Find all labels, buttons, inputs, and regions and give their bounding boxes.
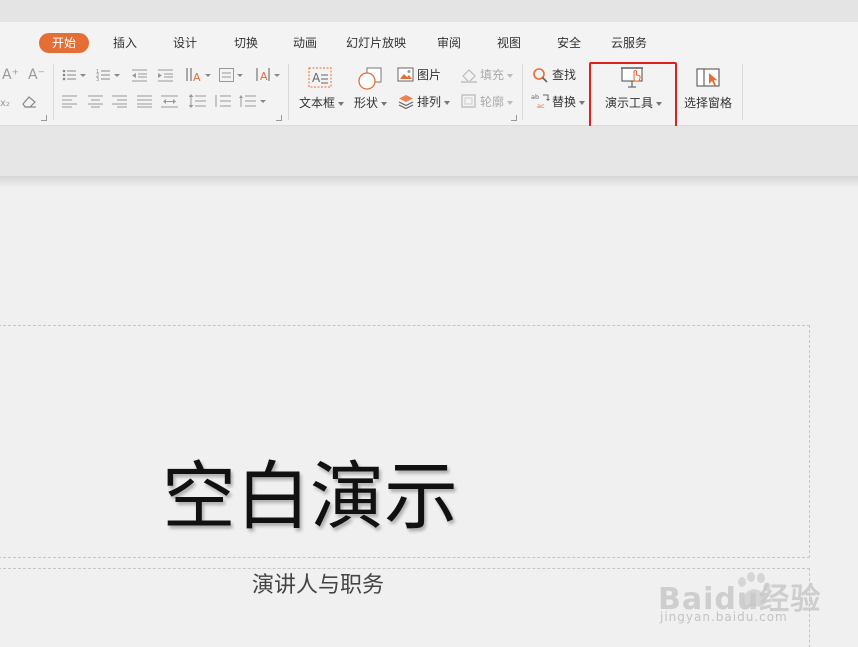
font-grow-icon[interactable]: A⁺ xyxy=(2,68,19,82)
decrease-indent-icon[interactable] xyxy=(132,68,148,82)
separator xyxy=(288,64,289,120)
align-center-icon[interactable] xyxy=(88,94,104,108)
increase-indent-icon[interactable] xyxy=(158,68,174,82)
clear-format-eraser-icon[interactable] xyxy=(20,93,38,109)
text-direction-icon[interactable]: A xyxy=(184,66,212,84)
tab-animation[interactable]: 动画 xyxy=(293,33,317,53)
tab-view[interactable]: 视图 xyxy=(497,33,521,53)
search-icon[interactable] xyxy=(532,67,550,83)
svg-text:ac: ac xyxy=(537,102,545,110)
tab-review[interactable]: 审阅 xyxy=(437,33,461,53)
separator xyxy=(742,64,743,120)
subscript-icon[interactable]: x₂ xyxy=(0,94,12,108)
svg-text:A: A xyxy=(193,71,201,84)
align-left-icon[interactable] xyxy=(62,94,78,108)
tab-insert[interactable]: 插入 xyxy=(113,33,137,53)
justify-icon[interactable] xyxy=(137,94,153,108)
bullet-list-icon[interactable] xyxy=(62,68,88,82)
distributed-align-icon[interactable] xyxy=(161,94,179,108)
svg-text:3: 3 xyxy=(96,77,99,82)
fill-button[interactable]: 填充 xyxy=(480,68,514,82)
outline-button[interactable]: 轮廓 xyxy=(480,95,514,109)
drawing-group-launcher[interactable] xyxy=(511,115,517,121)
font-shrink-icon[interactable]: A⁻ xyxy=(28,68,45,82)
paragraph-settings-icon[interactable] xyxy=(239,94,267,108)
replace-icon[interactable]: ab ac xyxy=(531,92,551,110)
tab-transition[interactable]: 切换 xyxy=(234,33,258,53)
slide-title[interactable]: 空白演示 xyxy=(162,452,458,542)
separator xyxy=(53,64,54,120)
arrange-button[interactable]: 排列 xyxy=(417,95,451,109)
tab-home[interactable]: 开始 xyxy=(39,33,90,53)
watermark-url: jingyan.baidu.com xyxy=(660,610,788,624)
picture-icon[interactable] xyxy=(397,67,415,83)
font-group-launcher[interactable] xyxy=(41,115,47,121)
separator xyxy=(522,64,523,120)
selection-pane-icon[interactable] xyxy=(696,67,722,89)
svg-text:A: A xyxy=(260,70,268,83)
paragraph-spacing-icon[interactable] xyxy=(189,94,207,108)
align-text-icon[interactable] xyxy=(219,68,245,82)
line-spacing-adjust-icon[interactable] xyxy=(214,94,232,108)
tab-design[interactable]: 设计 xyxy=(173,33,197,53)
title-bar xyxy=(0,0,858,22)
line-spacing-icon[interactable]: A xyxy=(255,66,281,84)
arrange-icon[interactable] xyxy=(397,93,415,109)
shape-icon[interactable] xyxy=(357,67,385,91)
numbered-list-icon[interactable]: 1 2 3 xyxy=(96,68,122,82)
slide-subtitle[interactable]: 演讲人与职务 xyxy=(252,572,384,600)
find-button[interactable]: 查找 xyxy=(552,68,576,82)
svg-text:ab: ab xyxy=(531,93,539,101)
textbox-icon[interactable]: A xyxy=(308,67,332,89)
tab-cloud-service[interactable]: 云服务 xyxy=(611,33,647,53)
outline-icon[interactable] xyxy=(460,93,478,109)
align-right-icon[interactable] xyxy=(112,94,128,108)
shape-button[interactable]: 形状 xyxy=(354,96,388,110)
tab-slideshow[interactable]: 幻灯片放映 xyxy=(346,33,406,53)
ribbon-sub-area xyxy=(0,126,858,176)
tab-security[interactable]: 安全 xyxy=(557,33,581,53)
canvas-divider xyxy=(0,176,858,186)
picture-button[interactable]: 图片 xyxy=(417,68,441,82)
selection-pane-button[interactable]: 选择窗格 xyxy=(684,96,732,110)
replace-button[interactable]: 替换 xyxy=(552,95,586,109)
textbox-button[interactable]: 文本框 xyxy=(299,96,345,110)
svg-text:A: A xyxy=(312,71,321,85)
svg-text:x₂: x₂ xyxy=(0,98,10,108)
paragraph-group-launcher[interactable] xyxy=(276,115,282,121)
fill-bucket-icon[interactable] xyxy=(460,67,478,83)
